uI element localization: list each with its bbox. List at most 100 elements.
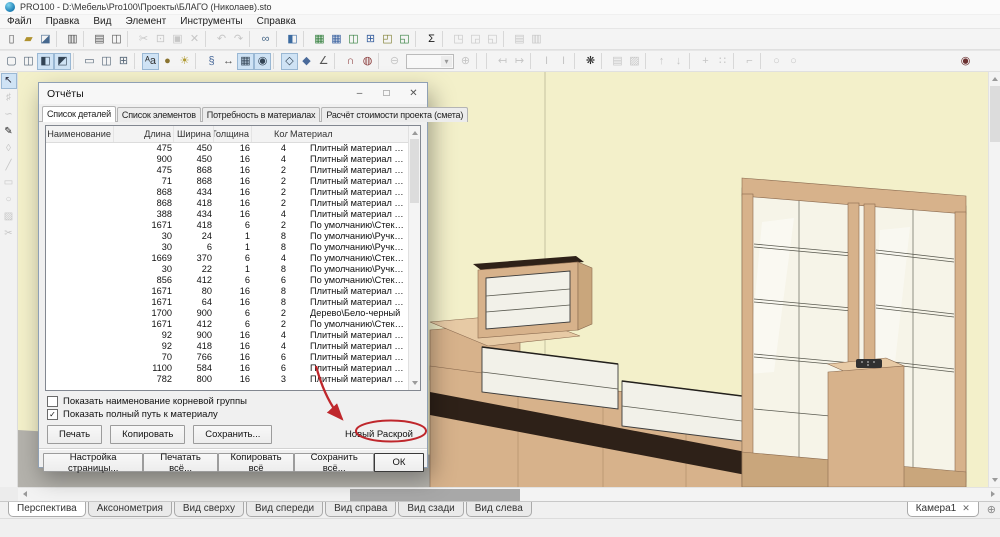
- camera-next-icon[interactable]: ○: [785, 53, 802, 70]
- view-tab[interactable]: Аксонометрия: [87, 502, 172, 517]
- print-preview-icon[interactable]: ◫: [108, 31, 125, 48]
- dialog-close-button[interactable]: ✕: [400, 83, 427, 104]
- table-row[interactable]: 1671 64 16 8 Плитный материал ДС\Ф...: [46, 296, 408, 307]
- save-button[interactable]: Сохранить...: [193, 424, 273, 444]
- save-icon[interactable]: ◪: [37, 31, 54, 48]
- table-row[interactable]: 70 766 16 6 Плитный материал ДС\Ф...: [46, 351, 408, 362]
- shadow-icon[interactable]: ▤: [609, 53, 626, 70]
- open-project-icon[interactable]: ▰: [20, 31, 37, 48]
- dialog-maximize-button[interactable]: □: [373, 83, 400, 104]
- link-icon[interactable]: ∞: [257, 31, 274, 48]
- report-materials-icon[interactable]: ◫: [345, 31, 362, 48]
- distribute-icon[interactable]: ▥: [528, 31, 545, 48]
- dimensions-icon[interactable]: ↔: [220, 53, 237, 70]
- down-icon[interactable]: ↓: [670, 53, 687, 70]
- align-icon[interactable]: ▤: [511, 31, 528, 48]
- view-tab[interactable]: Вид справа: [325, 502, 397, 517]
- zoom-level-combo[interactable]: [406, 53, 454, 69]
- dialog-tab[interactable]: Потребность в материалах: [201, 107, 321, 122]
- table-row[interactable]: 1671 80 16 8 Плитный материал ДС\Ф...: [46, 285, 408, 296]
- sum-icon[interactable]: Σ: [423, 31, 440, 48]
- table-row[interactable]: 92 900 16 4 Плитный материал ДС\Ф...: [46, 329, 408, 340]
- antialias-icon[interactable]: ᴬa: [142, 52, 159, 70]
- pencil-tool-icon[interactable]: ✎: [1, 124, 17, 140]
- menu-item[interactable]: Справка: [250, 15, 303, 28]
- table-row[interactable]: 30 22 1 8 По умолчанию\Ручка по ...: [46, 263, 408, 274]
- page-setup-button[interactable]: Настройка страницы...: [43, 452, 144, 474]
- menu-item[interactable]: Инструменты: [173, 15, 249, 28]
- horizontal-scroll-thumb[interactable]: [350, 489, 520, 501]
- show-hidden-icon[interactable]: ◉: [254, 52, 271, 70]
- table-row[interactable]: 1671 418 6 2 По умолчанию\Стекло п...: [46, 219, 408, 230]
- measure-tool-icon[interactable]: ∽: [1, 107, 17, 123]
- column-header[interactable]: Колич...: [252, 126, 288, 142]
- checkbox[interactable]: [47, 396, 58, 407]
- view-solid-icon[interactable]: ◧: [37, 52, 54, 70]
- up-icon[interactable]: ↑: [653, 53, 670, 70]
- column-header[interactable]: Длина: [114, 126, 174, 142]
- menu-item[interactable]: Элемент: [118, 15, 173, 28]
- table-row[interactable]: 1100 584 16 6 Плитный материал ДС\Ф...: [46, 362, 408, 373]
- menu-item[interactable]: Правка: [39, 15, 87, 28]
- ok-button[interactable]: ОК: [373, 453, 424, 472]
- table-row[interactable]: 782 800 16 3 Плитный материал ДС\Ф...: [46, 373, 408, 384]
- print-all-button[interactable]: Печатать всё...: [143, 452, 218, 474]
- table-row[interactable]: 388 434 16 4 Плитный материал ДС\Ф...: [46, 208, 408, 219]
- table-row[interactable]: 900 450 16 4 Плитный материал ДС\Ф...: [46, 153, 408, 164]
- rect-tool-icon[interactable]: ▭: [1, 175, 17, 191]
- copy-icon[interactable]: ⊡: [152, 31, 169, 48]
- checkbox[interactable]: [47, 409, 58, 420]
- copy-all-button[interactable]: Копировать всё: [217, 452, 295, 474]
- table-scroll-down-icon[interactable]: [412, 381, 418, 385]
- render-icon[interactable]: ❋: [582, 53, 599, 70]
- column-header[interactable]: Толщина: [214, 126, 252, 142]
- zoom-out-icon[interactable]: ⊖: [386, 53, 403, 70]
- ellipse-tool-icon[interactable]: ○: [1, 192, 17, 208]
- snap-angle-icon[interactable]: ∠: [315, 53, 332, 70]
- report-parts-icon[interactable]: ▦: [311, 31, 328, 48]
- table-row[interactable]: 1669 370 6 4 По умолчанию\Стекло п...: [46, 252, 408, 263]
- table-scrollbar[interactable]: [408, 126, 420, 390]
- view-tab[interactable]: Вид сверху: [173, 502, 244, 517]
- pane-double-icon[interactable]: ◫: [98, 53, 115, 70]
- menu-item[interactable]: Файл: [0, 15, 39, 28]
- snap-icon[interactable]: §: [203, 53, 220, 70]
- print-icon[interactable]: ▤: [91, 31, 108, 48]
- table-row[interactable]: 30 6 1 8 По умолчанию\Ручка по ...: [46, 241, 408, 252]
- ungroup-icon[interactable]: ◲: [467, 31, 484, 48]
- table-row[interactable]: 30 24 1 8 По умолчанию\Ручка по ...: [46, 230, 408, 241]
- table-row[interactable]: 92 418 16 4 Плитный материал ДС\Ф...: [46, 340, 408, 351]
- perspective-icon[interactable]: ⌐: [741, 53, 758, 70]
- light-icon[interactable]: ☀: [176, 53, 193, 70]
- pane-quad-icon[interactable]: ⊞: [115, 53, 132, 70]
- pane-single-icon[interactable]: ▭: [81, 53, 98, 70]
- eraser-tool-icon[interactable]: ◊: [1, 141, 17, 157]
- copy-button[interactable]: Копировать: [110, 424, 186, 444]
- camera-close-icon[interactable]: ✕: [962, 503, 970, 514]
- new-cutting-button[interactable]: Новый Раскрой: [345, 429, 419, 440]
- view-tab[interactable]: Вид слева: [465, 502, 532, 517]
- scroll-left-icon[interactable]: [23, 491, 27, 497]
- scroll-down-icon[interactable]: [992, 478, 998, 482]
- table-row[interactable]: 868 418 16 2 Плитный материал ДС\Ф...: [46, 197, 408, 208]
- table-row[interactable]: 71 868 16 2 Плитный материал ДС\Ф...: [46, 175, 408, 186]
- col-left-icon[interactable]: I: [538, 53, 555, 70]
- redo-icon[interactable]: ↷: [230, 31, 247, 48]
- camera-prev-icon[interactable]: ○: [768, 53, 785, 70]
- column-header[interactable]: Материал: [288, 126, 420, 142]
- cut-icon[interactable]: ✂: [135, 31, 152, 48]
- texture-icon[interactable]: ▨: [626, 53, 643, 70]
- table-row[interactable]: 856 412 6 6 По умолчанию\Стекло п...: [46, 274, 408, 285]
- vertical-scroll-thumb[interactable]: [990, 86, 1000, 142]
- camera-settings-icon[interactable]: ⊕: [987, 503, 996, 516]
- table-row[interactable]: 475 450 16 4 Плитный материал ДС\Ф...: [46, 142, 408, 153]
- table-row[interactable]: 1700 900 6 2 Дерево\Бело-черный: [46, 307, 408, 318]
- report-elements-icon[interactable]: ▦: [328, 31, 345, 48]
- scroll-right-icon[interactable]: [991, 491, 995, 497]
- report-summary-icon[interactable]: ◱: [396, 31, 413, 48]
- undo-icon[interactable]: ↶: [213, 31, 230, 48]
- report-pricing-icon[interactable]: ◰: [379, 31, 396, 48]
- grid-icon[interactable]: ▦: [237, 52, 254, 70]
- record-icon[interactable]: ◉: [957, 53, 974, 70]
- line-tool-icon[interactable]: ╱: [1, 158, 17, 174]
